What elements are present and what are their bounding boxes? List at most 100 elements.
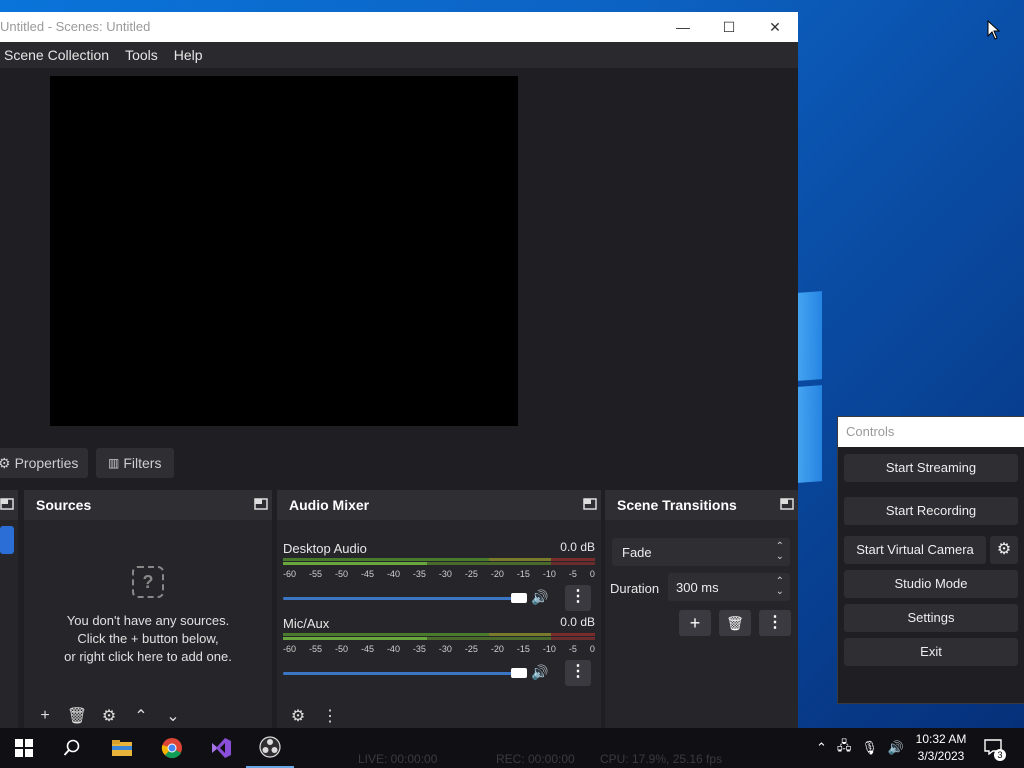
tick-label: 0 — [589, 569, 595, 579]
file-explorer-button[interactable] — [98, 728, 146, 768]
mixer-channel-desktop-audio: Desktop Audio 0.0 dB -60 -55 -50 -45 -40 -35-… — [283, 540, 595, 611]
speaker-icon[interactable]: 🔊 — [531, 589, 548, 606]
transition-select[interactable]: Fade ⌃ ⌄ — [612, 538, 790, 566]
chevron-down-icon[interactable]: ⌄ — [160, 706, 186, 726]
tick-label: -20 — [490, 569, 504, 579]
program-preview[interactable] — [50, 76, 518, 426]
gear-icon: ⚙ — [0, 454, 11, 471]
controls-window: Controls Start Streaming Start Recording… — [837, 416, 1024, 704]
menu-bar: Scene Collection Tools Help — [0, 42, 798, 68]
trash-icon[interactable]: 🗑 — [64, 706, 90, 726]
visual-studio-button[interactable] — [197, 728, 245, 768]
search-button[interactable] — [48, 728, 96, 768]
network-icon[interactable]: 🖧 — [837, 737, 852, 759]
volume-meter — [283, 558, 595, 566]
tick-label: -35 — [412, 569, 426, 579]
question-icon: ? — [132, 566, 164, 598]
status-live: LIVE: 00:00:00 — [358, 752, 438, 766]
add-icon[interactable]: + — [32, 707, 58, 725]
obs-icon — [259, 736, 281, 758]
duration-label: Duration — [610, 581, 660, 596]
clock-time: 10:32 AM — [915, 732, 967, 746]
tick-label: -55 — [308, 644, 322, 654]
start-virtual-camera-button[interactable]: Start Virtual Camera — [844, 536, 986, 564]
mixer-channel-mic-aux: Mic/Aux 0.0 dB -60 -55 -50 -45 -40 -35 -30 -25-… — [283, 615, 595, 686]
start-button[interactable] — [0, 728, 48, 768]
transition-menu-button[interactable]: ⋮ — [759, 610, 791, 636]
scene-transitions-title: Scene Transitions — [617, 497, 737, 513]
start-recording-button[interactable]: Start Recording — [844, 497, 1018, 525]
tick-label: -30 — [438, 644, 452, 654]
channel-name: Desktop Audio — [283, 541, 367, 556]
tick-label: -15 — [516, 644, 530, 654]
sources-empty-message[interactable]: ? You don't have any sources. Click the … — [24, 566, 272, 666]
volume-slider[interactable] — [283, 593, 527, 603]
clock[interactable]: 10:32 AM 3/3/2023 — [904, 731, 978, 765]
undock-icon[interactable] — [254, 498, 268, 510]
obs-taskbar-button[interactable] — [246, 728, 294, 768]
studio-mode-button[interactable]: Studio Mode — [844, 570, 1018, 598]
volume-slider[interactable] — [283, 668, 527, 678]
channel-name: Mic/Aux — [283, 616, 330, 631]
dock-area: Sources ? You don't have any sources. Cl… — [0, 490, 798, 728]
tick-label: 0 — [589, 644, 595, 654]
mixer-menu-icon[interactable]: ⋮ — [317, 706, 343, 726]
chrome-button[interactable] — [148, 728, 196, 768]
channel-menu-button[interactable]: ⋮ — [565, 660, 591, 686]
advanced-audio-icon[interactable]: ⚙ — [285, 706, 311, 726]
windows-logo-pane — [798, 291, 822, 381]
tick-label: -50 — [334, 569, 348, 579]
volume-meter — [283, 633, 595, 641]
filters-button[interactable]: ▥ Filters — [96, 448, 174, 478]
undock-icon[interactable] — [583, 498, 597, 510]
properties-button[interactable]: ⚙ Properties — [0, 448, 88, 478]
volume-icon[interactable]: 🔊 — [888, 740, 904, 756]
speaker-icon[interactable]: 🔊 — [531, 664, 548, 681]
undock-icon[interactable] — [0, 498, 14, 510]
empty-line-1: You don't have any sources. — [66, 613, 230, 628]
undock-icon[interactable] — [780, 498, 794, 510]
preview-area — [0, 68, 798, 446]
obs-main-window: Untitled - Scenes: Untitled — ☐ ✕ Scene … — [0, 12, 798, 728]
microphone-icon[interactable]: 🎙 — [861, 740, 878, 756]
chrome-icon — [161, 738, 182, 759]
transition-toolbar: + 🗑 ⋮ — [679, 610, 798, 636]
add-transition-button[interactable]: + — [679, 610, 711, 636]
start-streaming-button[interactable]: Start Streaming — [844, 454, 1018, 482]
transition-value: Fade — [622, 545, 652, 560]
menu-tools[interactable]: Tools — [121, 47, 166, 63]
tick-label: -25 — [464, 569, 478, 579]
status-cpu: CPU: 17.9%, 25.16 fps — [600, 752, 723, 766]
scene-transitions-dock: Scene Transitions Fade ⌃ ⌄ Duration 300 m… — [605, 490, 798, 728]
virtual-camera-settings-icon[interactable]: ⚙ — [990, 536, 1018, 564]
spin-arrows-icon[interactable]: ⌃ ⌄ — [776, 577, 784, 597]
volume-slider-handle[interactable] — [511, 593, 527, 603]
tick-label: -30 — [438, 569, 452, 579]
tick-label: -25 — [464, 644, 478, 654]
close-button[interactable]: ✕ — [752, 12, 798, 42]
duration-spinbox[interactable]: 300 ms ⌃ ⌄ — [668, 573, 790, 601]
audio-mixer-title: Audio Mixer — [289, 497, 370, 513]
source-toolbar: ⚙ Properties ▥ Filters — [0, 446, 798, 486]
status-rec: REC: 00:00:00 — [496, 752, 575, 766]
notification-center-button[interactable]: 3 — [980, 728, 1020, 768]
sources-toolbar: + 🗑 ⚙ ⌃ ⌄ — [32, 702, 186, 728]
chevron-up-icon[interactable]: ⌃ — [816, 740, 827, 756]
menu-help[interactable]: Help — [170, 47, 211, 63]
audio-mixer-dock: Audio Mixer Desktop Audio 0.0 dB -60 -55 -… — [277, 490, 601, 728]
settings-button[interactable]: Settings — [844, 604, 1018, 632]
remove-transition-button[interactable]: 🗑 — [719, 610, 751, 636]
scene-item-selected[interactable] — [0, 526, 14, 554]
gear-icon[interactable]: ⚙ — [96, 706, 122, 726]
volume-slider-handle[interactable] — [511, 668, 527, 678]
folder-icon — [112, 740, 132, 756]
chevron-up-icon[interactable]: ⌃ — [128, 706, 154, 726]
visual-studio-icon — [212, 738, 231, 758]
channel-menu-button[interactable]: ⋮ — [565, 585, 591, 611]
sources-dock: Sources ? You don't have any sources. Cl… — [24, 490, 272, 728]
tick-label: -5 — [568, 644, 577, 654]
exit-button[interactable]: Exit — [844, 638, 1018, 666]
menu-scene-collection[interactable]: Scene Collection — [0, 47, 117, 63]
maximize-button[interactable]: ☐ — [706, 12, 752, 42]
minimize-button[interactable]: — — [660, 12, 706, 42]
